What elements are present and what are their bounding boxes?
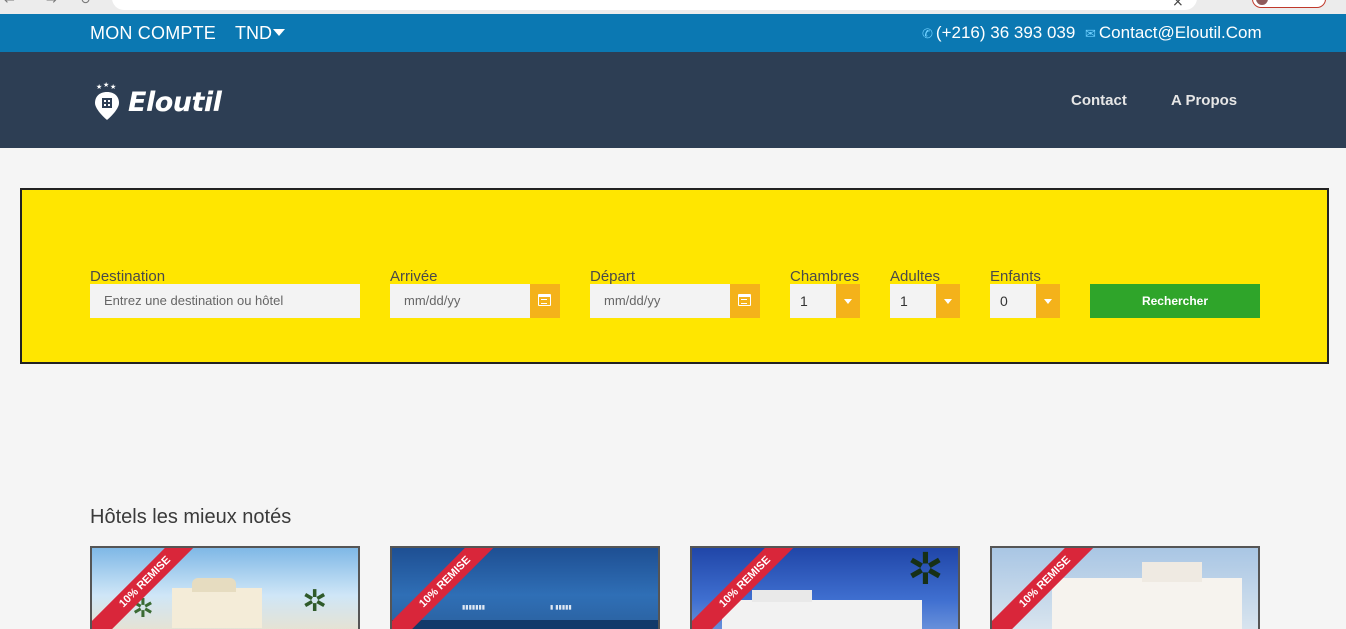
search-button[interactable]: Rechercher <box>1090 284 1260 318</box>
arrival-date-input[interactable]: mm/dd/yy <box>390 284 530 318</box>
departure-date-input[interactable]: mm/dd/yy <box>590 284 730 318</box>
caret-down-icon <box>273 29 285 36</box>
reload-icon[interactable]: ↻ <box>80 0 91 8</box>
departure-calendar-button[interactable] <box>730 284 760 318</box>
section-title: Hôtels les mieux notés <box>90 506 292 528</box>
hotel-building <box>722 600 922 629</box>
adults-select[interactable]: 1 <box>890 284 936 318</box>
hotel-roof <box>192 578 236 592</box>
arrival-label: Arrivée <box>390 268 438 285</box>
browser-chrome: ← → ↻ × <box>0 0 1346 14</box>
envelope-icon: ✉ <box>1085 27 1096 42</box>
profile-button[interactable] <box>1252 0 1326 8</box>
clear-icon[interactable]: × <box>1172 0 1184 10</box>
destination-input[interactable]: Entrez une destination ou hôtel <box>90 284 360 318</box>
nav-contact[interactable]: Contact <box>1071 92 1127 109</box>
rooms-field: Chambres 1 <box>790 268 860 318</box>
adults-dropdown-button[interactable] <box>936 284 960 318</box>
destination-field: Destination Entrez une destination ou hô… <box>90 268 360 318</box>
children-dropdown-button[interactable] <box>1036 284 1060 318</box>
top-bar: MON COMPTE TND ✆ (+216) 36 393 039 ✉ Conta… <box>0 14 1346 52</box>
brand-logo[interactable]: ★ ★ ★ Eloutil <box>92 82 222 122</box>
calendar-icon <box>538 294 551 306</box>
chevron-down-icon <box>944 299 952 304</box>
hotel-building <box>1052 578 1242 629</box>
svg-text:★: ★ <box>110 83 116 91</box>
arrival-field: Arrivée mm/dd/yy <box>390 268 560 318</box>
phone-number: (+216) 36 393 039 <box>935 23 1076 42</box>
departure-label: Départ <box>590 268 636 285</box>
children-label: Enfants <box>990 268 1041 285</box>
chevron-down-icon <box>1044 299 1052 304</box>
hotel-building <box>752 590 812 602</box>
hotel-card[interactable]: ✲ 10% REMISE <box>690 546 960 629</box>
hotel-sign: ▮ ▮▮▮▮▮ <box>550 604 572 611</box>
hotel-card[interactable]: ✲ ✲ 10% REMISE <box>90 546 360 629</box>
forward-icon[interactable]: → <box>46 0 57 8</box>
destination-label: Destination <box>90 268 166 285</box>
palm-tree-icon: ✲ <box>302 584 328 619</box>
email-contact[interactable]: ✉ Contact@Eloutil.Com <box>1085 23 1262 43</box>
hotel-card[interactable]: 10% REMISE <box>990 546 1260 629</box>
phone-contact[interactable]: ✆ (+216) 36 393 039 <box>922 23 1075 43</box>
hotel-sign: ▮▮▮▮▮▮▮ <box>462 604 486 611</box>
currency-dropdown[interactable]: TND <box>235 23 285 44</box>
account-link[interactable]: MON COMPTE <box>90 23 216 44</box>
chevron-down-icon <box>844 299 852 304</box>
adults-field: Adultes 1 <box>890 268 960 318</box>
arrival-calendar-button[interactable] <box>530 284 560 318</box>
hotel-building <box>172 588 262 628</box>
currency-label: TND <box>235 23 272 43</box>
svg-text:★: ★ <box>103 82 109 89</box>
back-icon[interactable]: ← <box>4 0 15 8</box>
palm-tree-icon: ✲ <box>907 546 944 595</box>
children-select[interactable]: 0 <box>990 284 1036 318</box>
hotel-search-panel: Destination Entrez une destination ou hô… <box>20 188 1329 364</box>
children-field: Enfants 0 <box>990 268 1060 318</box>
map-pin-hotel-icon: ★ ★ ★ <box>95 82 119 120</box>
nav-a-propos[interactable]: A Propos <box>1171 92 1237 109</box>
hotel-building <box>392 620 658 629</box>
brand-name: Eloutil <box>128 86 222 118</box>
rooms-select[interactable]: 1 <box>790 284 836 318</box>
adults-label: Adultes <box>890 268 941 285</box>
calendar-icon <box>738 294 751 306</box>
hotel-building <box>1142 562 1202 582</box>
email-address: Contact@Eloutil.Com <box>1098 23 1262 42</box>
rooms-label: Chambres <box>790 268 860 285</box>
rooms-dropdown-button[interactable] <box>836 284 860 318</box>
departure-field: Départ mm/dd/yy <box>590 268 760 318</box>
site-header: ★ ★ ★ Eloutil Contact A Propos <box>0 52 1346 148</box>
address-bar[interactable] <box>112 0 1197 10</box>
hotel-card[interactable]: ▮▮▮▮▮▮▮ ▮ ▮▮▮▮▮ 10% REMISE <box>390 546 660 629</box>
svg-text:★: ★ <box>96 83 102 91</box>
phone-icon: ✆ <box>922 27 933 42</box>
